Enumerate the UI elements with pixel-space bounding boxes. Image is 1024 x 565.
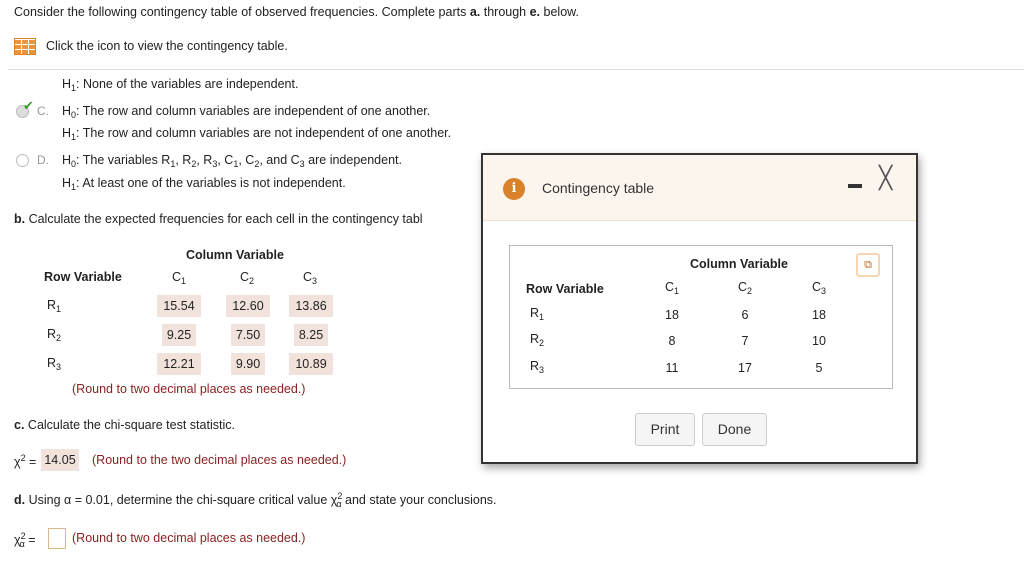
part-d-prompt: d. Using α = 0.01, determine the chi-squ… bbox=[14, 491, 497, 509]
done-button[interactable]: Done bbox=[702, 413, 767, 446]
info-icon: i bbox=[503, 178, 525, 200]
prev-h1: H1: None of the variables are independen… bbox=[62, 77, 299, 93]
option-c-h1: H1: The row and column variables are not… bbox=[62, 126, 452, 142]
option-d-label: D. bbox=[37, 153, 49, 167]
observed-cell: 18 bbox=[812, 308, 826, 322]
part-b-prompt: b. Calculate the expected frequencies fo… bbox=[14, 212, 423, 226]
observed-cell: 7 bbox=[741, 334, 749, 348]
critical-value-label: χ2α = bbox=[14, 531, 36, 549]
col-header: C3 bbox=[302, 270, 318, 286]
observed-cell: 10 bbox=[812, 334, 826, 348]
observed-table: Column Variable ⧉ Row Variable C1 C2 C3 … bbox=[509, 245, 893, 389]
contingency-table-dialog: i Contingency table ╳ Column Variable ⧉ … bbox=[481, 153, 918, 464]
option-d-radio[interactable] bbox=[16, 154, 29, 167]
chi-square-label: χ2 = bbox=[14, 453, 37, 469]
part-c-prompt: c. Calculate the chi-square test statist… bbox=[14, 418, 235, 432]
intro-text: Consider the following contingency table… bbox=[14, 5, 579, 19]
col-header: C2 bbox=[737, 280, 753, 296]
column-variable-header: Column Variable bbox=[690, 257, 788, 271]
row-header: R2 bbox=[530, 332, 545, 348]
expected-cell[interactable]: 9.90 bbox=[231, 353, 265, 375]
chi-square-value[interactable]: 14.05 bbox=[41, 449, 79, 471]
col-header: C1 bbox=[664, 280, 680, 296]
expected-cell[interactable]: 9.25 bbox=[162, 324, 196, 346]
row-header: R2 bbox=[47, 327, 62, 343]
expected-cell[interactable]: 8.25 bbox=[294, 324, 328, 346]
rounding-note: (Round to two decimal places as needed.) bbox=[72, 382, 306, 396]
expected-cell[interactable]: 7.50 bbox=[231, 324, 265, 346]
option-c-label: C. bbox=[37, 104, 49, 118]
row-header: R1 bbox=[47, 298, 62, 314]
observed-cell: 6 bbox=[741, 308, 749, 322]
col-header: C2 bbox=[239, 270, 255, 286]
check-icon: ✔ bbox=[23, 98, 34, 113]
observed-cell: 11 bbox=[665, 361, 679, 375]
row-header: R1 bbox=[530, 306, 545, 322]
expected-cell[interactable]: 12.21 bbox=[157, 353, 201, 375]
row-header: R3 bbox=[47, 356, 62, 372]
critical-value-input[interactable] bbox=[48, 528, 66, 549]
print-button[interactable]: Print bbox=[635, 413, 695, 446]
expected-cell[interactable]: 13.86 bbox=[289, 295, 333, 317]
col-header: C3 bbox=[811, 280, 827, 296]
popout-icon[interactable]: ⧉ bbox=[856, 253, 880, 277]
rounding-note: (Round to the two decimal places as need… bbox=[92, 453, 347, 467]
table-icon[interactable] bbox=[14, 38, 36, 55]
rounding-note: (Round to two decimal places as needed.) bbox=[72, 531, 306, 545]
column-variable-header: Column Variable bbox=[186, 248, 284, 262]
col-header: C1 bbox=[171, 270, 187, 286]
row-variable-header: Row Variable bbox=[44, 270, 122, 284]
divider bbox=[8, 69, 1024, 70]
expected-cell[interactable]: 15.54 bbox=[157, 295, 201, 317]
view-table-link[interactable]: Click the icon to view the contingency t… bbox=[46, 39, 288, 53]
option-d-h0: H0: The variables R1, R2, R3, C1, C2, an… bbox=[62, 153, 402, 169]
row-variable-header: Row Variable bbox=[526, 282, 604, 296]
minimize-button[interactable] bbox=[848, 184, 862, 188]
dialog-title: Contingency table bbox=[542, 180, 655, 196]
expected-cell[interactable]: 10.89 bbox=[289, 353, 333, 375]
observed-cell: 5 bbox=[815, 361, 823, 375]
option-c-h0: H0: The row and column variables are ind… bbox=[62, 104, 431, 120]
close-button[interactable]: ╳ bbox=[879, 165, 892, 191]
expected-cell[interactable]: 12.60 bbox=[226, 295, 270, 317]
row-header: R3 bbox=[530, 359, 545, 375]
observed-cell: 18 bbox=[665, 308, 679, 322]
observed-cell: 17 bbox=[738, 361, 752, 375]
observed-cell: 8 bbox=[668, 334, 676, 348]
option-d-h1: H1: At least one of the variables is not… bbox=[62, 176, 346, 192]
